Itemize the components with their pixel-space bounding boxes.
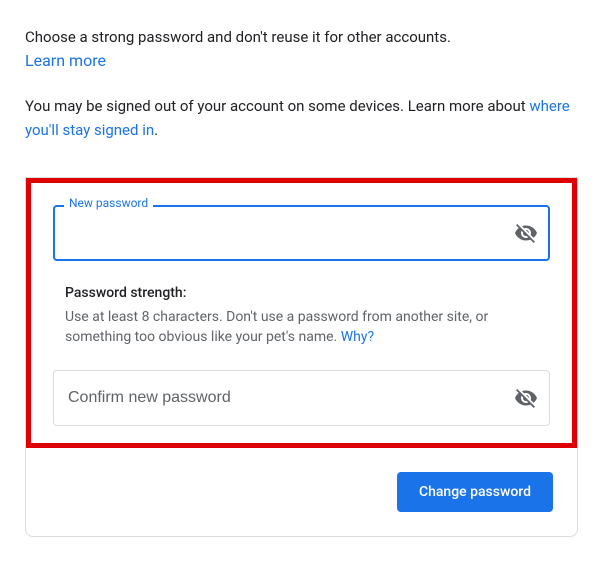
new-password-field-wrapper: New password — [53, 205, 550, 261]
intro-text: Choose a strong password and don't reuse… — [25, 25, 578, 49]
new-password-label: New password — [64, 196, 153, 210]
confirm-password-input[interactable] — [53, 370, 550, 426]
visibility-off-icon[interactable] — [514, 221, 538, 245]
password-strength-title: Password strength: — [65, 285, 538, 301]
highlighted-region: New password Password strength: Use at l… — [26, 178, 577, 448]
visibility-off-icon[interactable] — [514, 386, 538, 410]
period: . — [154, 121, 158, 139]
button-row: Change password — [26, 448, 577, 536]
strength-desc-text: Use at least 8 characters. Don't use a p… — [65, 309, 488, 345]
change-password-button[interactable]: Change password — [397, 472, 553, 512]
password-card: New password Password strength: Use at l… — [25, 177, 578, 537]
signed-out-prefix: You may be signed out of your account on… — [25, 97, 529, 115]
password-strength-section: Password strength: Use at least 8 charac… — [53, 263, 550, 370]
new-password-input[interactable] — [53, 205, 550, 261]
signed-out-text: You may be signed out of your account on… — [25, 94, 578, 142]
password-strength-desc: Use at least 8 characters. Don't use a p… — [65, 307, 538, 348]
confirm-password-field-wrapper — [53, 370, 550, 426]
why-link[interactable]: Why? — [341, 329, 374, 345]
learn-more-link[interactable]: Learn more — [25, 51, 106, 70]
